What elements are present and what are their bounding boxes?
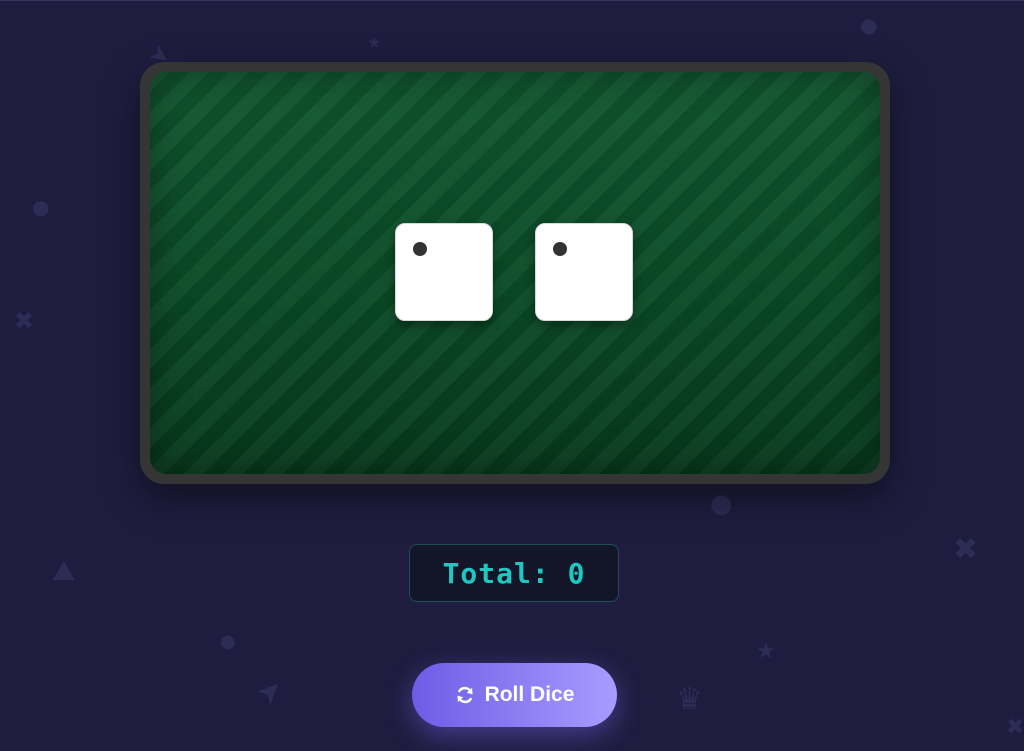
- die-2: [535, 223, 633, 321]
- ball-icon: ●: [710, 489, 733, 519]
- crown-icon: ♛: [676, 682, 703, 717]
- ball-icon: ●: [220, 631, 236, 652]
- star-icon: ★: [756, 639, 776, 664]
- star-icon: ★: [367, 33, 382, 52]
- dice-table-frame: [140, 62, 890, 484]
- total-text: Total: 0: [442, 556, 586, 590]
- crossed-swords-icon: ✖: [14, 307, 35, 335]
- dice-table-felt: [150, 72, 880, 474]
- refresh-icon: [457, 686, 473, 704]
- crossed-swords-icon: ✖: [953, 532, 979, 567]
- ball-icon: ●: [32, 195, 50, 219]
- ghost-icon: ⛰: [52, 554, 76, 587]
- total-display: Total: 0: [409, 544, 619, 602]
- rocket-icon: ➤: [248, 670, 292, 713]
- ball-icon: ●: [860, 13, 878, 37]
- crossed-swords-icon: ✖: [1006, 715, 1024, 740]
- die-pip: [413, 242, 427, 256]
- die-1: [395, 223, 493, 321]
- roll-dice-label: Roll Dice: [484, 683, 575, 706]
- game-page: ➤ ★ ● ● ✖ ● ✖ ⛰ ● ➤ ★ ♛ ✖ Total: 0 Roll …: [0, 0, 1024, 751]
- roll-dice-button[interactable]: Roll Dice: [412, 663, 617, 727]
- die-pip: [553, 242, 567, 256]
